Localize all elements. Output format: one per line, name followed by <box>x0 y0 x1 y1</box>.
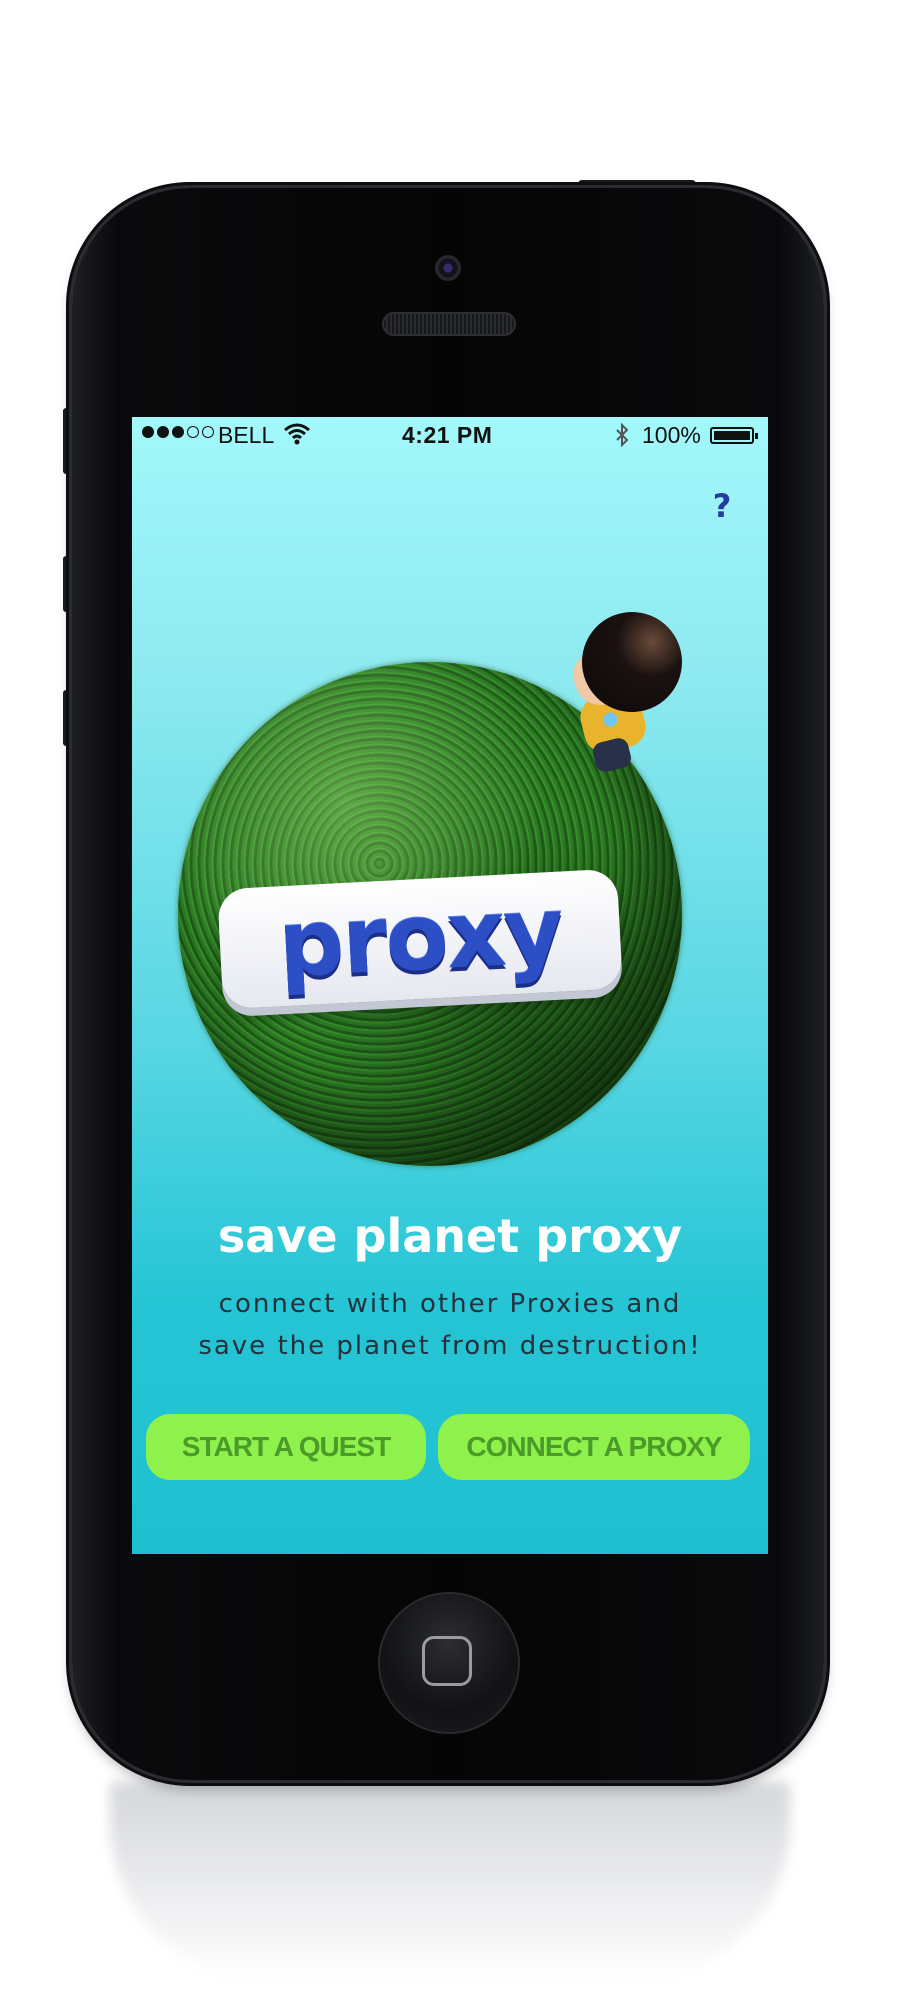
home-square-icon <box>422 1636 472 1686</box>
help-button[interactable]: ? <box>702 487 742 531</box>
battery-percentage: 100% <box>642 422 701 448</box>
home-button[interactable] <box>380 1594 518 1732</box>
headline: save planet proxy <box>217 1209 683 1263</box>
front-camera <box>435 255 461 281</box>
signal-dot <box>187 426 199 438</box>
logo-text: proxy <box>275 876 565 999</box>
bluetooth-icon <box>616 423 629 447</box>
signal-dot <box>202 426 214 438</box>
earpiece-speaker <box>382 312 516 336</box>
character-badge <box>601 711 619 729</box>
proxy-character-illustration <box>542 612 692 782</box>
phone-reflection <box>110 1782 790 1982</box>
signal-dot <box>142 426 154 438</box>
battery-fill <box>714 431 750 440</box>
subtext-line-2: save the planet from destruction! <box>198 1331 702 1361</box>
proxy-logo: proxy <box>217 868 623 1010</box>
character-hair <box>582 612 682 712</box>
start-quest-button[interactable]: START A QUEST <box>146 1414 426 1480</box>
signal-dot <box>172 426 184 438</box>
battery-nub <box>755 433 758 439</box>
signal-strength-icon <box>142 426 214 438</box>
status-time: 4:21 PM <box>402 422 493 448</box>
signal-dot <box>157 426 169 438</box>
carrier-name: BELL <box>218 422 275 448</box>
battery-icon <box>710 427 758 444</box>
connect-proxy-button[interactable]: CONNECT A PROXY <box>438 1414 750 1480</box>
wifi-icon <box>284 423 310 445</box>
subtext-line-1: connect with other Proxies and <box>218 1289 682 1319</box>
status-bar: BELL 4:21 PM 100% <box>132 417 768 453</box>
app-screen: BELL 4:21 PM 100% ? proxy save planet pr… <box>132 417 768 1554</box>
subtext: connect with other Proxies and save the … <box>132 1283 768 1367</box>
